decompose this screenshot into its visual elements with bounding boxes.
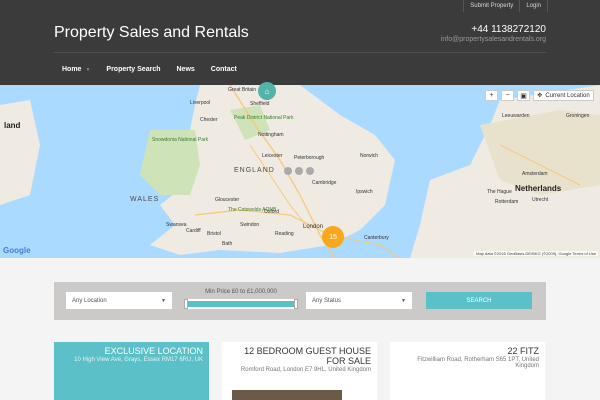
map-label-ipswich: Ipswich xyxy=(356,189,373,195)
property-title[interactable]: EXCLUSIVE LOCATION xyxy=(54,342,209,356)
map-label-the-hague: The Hague xyxy=(487,189,512,195)
nav-item-label: Contact xyxy=(210,66,237,73)
map-label-peterborough: Peterborough xyxy=(294,155,325,161)
map-label-utrecht: Utrecht xyxy=(532,197,549,203)
map-label-england: ENGLAND xyxy=(234,167,275,174)
nav-item-label: News xyxy=(176,66,195,73)
map-label-reading: Reading xyxy=(275,231,294,237)
map-label-land: land xyxy=(4,121,21,130)
current-location-button[interactable]: ✥ Current Location xyxy=(533,90,594,101)
map-marker-dots xyxy=(284,167,314,175)
map-label-chester: Chester xyxy=(200,117,218,123)
price-min-handle[interactable] xyxy=(184,299,188,309)
status-select[interactable]: Any Status ▼ xyxy=(306,292,412,309)
map-label-leeuwarden: Leeuwarden xyxy=(502,113,530,119)
nav-item-contact[interactable]: Contact xyxy=(203,60,245,79)
map-label-london: London xyxy=(303,224,324,230)
map-label-leicester: Leicester xyxy=(262,153,283,159)
map-label-groningen: Groningen xyxy=(566,113,590,119)
map-dot[interactable] xyxy=(284,167,292,175)
property-title[interactable]: 22 FITZ xyxy=(390,342,545,356)
crosshair-icon: ✥ xyxy=(537,93,543,99)
price-range-fill xyxy=(184,301,298,307)
nav-item-property-search[interactable]: Property Search xyxy=(98,60,168,79)
map-label-canterbury: Canterbury xyxy=(364,235,389,241)
login-link[interactable]: Login xyxy=(519,0,548,12)
submit-property-link[interactable]: Submit Property xyxy=(463,0,519,12)
fullscreen-button[interactable]: ▣ xyxy=(517,90,530,101)
map-dot[interactable] xyxy=(306,167,314,175)
map-label-cambridge: Cambridge xyxy=(312,180,337,186)
map-label-netherlands: Netherlands xyxy=(515,184,562,193)
map-dot[interactable] xyxy=(295,167,303,175)
property-photo[interactable] xyxy=(232,390,342,400)
map-label-great-britain: Great Britain xyxy=(228,87,257,93)
map-attribution[interactable]: Map data ©2016 GeoBasis-DE/BKG (©2009), … xyxy=(474,251,598,256)
status-select-value: Any Status xyxy=(312,297,342,304)
site-header: Submit Property Login Property Sales and… xyxy=(0,0,600,85)
property-card[interactable]: 22 FITZ Fitzwilliam Road, Rotherham S65 … xyxy=(390,342,545,400)
top-bar: Submit Property Login xyxy=(463,0,548,12)
map-label-nottingham: Nottingham xyxy=(258,132,284,138)
location-select-value: Any Location xyxy=(72,297,107,304)
map-label-gloucester: Gloucester xyxy=(215,197,240,203)
price-range-label: Min Price £0 to £1,000,000 xyxy=(205,289,277,295)
map-label-liverpool: Liverpool xyxy=(190,100,211,106)
zoom-in-button[interactable]: + xyxy=(485,90,498,101)
chevron-down-icon: ▼ xyxy=(85,66,91,73)
nav-item-label: Property Search xyxy=(106,66,161,73)
nav-item-label: Home xyxy=(62,66,82,73)
price-max-handle[interactable] xyxy=(294,299,298,309)
current-location-label: Current Location xyxy=(545,92,590,99)
map-label-bath: Bath xyxy=(222,241,233,247)
header-divider xyxy=(54,52,546,53)
map-label-peak-district: Peak District National Park xyxy=(234,115,294,121)
map-label-amsterdam: Amsterdam xyxy=(522,171,548,177)
property-address: Romford Road, London E7 9HL, United King… xyxy=(240,367,371,373)
map-label-cardiff: Cardiff xyxy=(186,228,201,234)
property-address: Fitzwilliam Road, Rotherham S65 1PT, Uni… xyxy=(417,357,539,369)
nav-item-home[interactable]: Home ▼ xyxy=(54,60,98,79)
search-button[interactable]: SEARCH xyxy=(426,292,532,309)
property-card[interactable]: EXCLUSIVE LOCATION 10 High View Ave, Gra… xyxy=(54,342,209,400)
home-pin-icon[interactable]: ⌂ xyxy=(258,82,276,100)
map-label-bristol: Bristol xyxy=(207,231,221,237)
fullscreen-icon: ▣ xyxy=(520,92,527,100)
map-label-sheffield: Sheffield xyxy=(250,101,270,107)
contact-email[interactable]: info@propertysalesandrentals.org xyxy=(441,36,546,43)
map-label-swansea: Swansea xyxy=(166,222,187,228)
chevron-down-icon: ▼ xyxy=(161,297,166,304)
zoom-out-button[interactable]: − xyxy=(501,90,514,101)
main-nav: Home ▼ Property Search News Contact xyxy=(54,60,245,79)
site-title[interactable]: Property Sales and Rentals xyxy=(54,24,249,42)
map-label-swindon: Swindon xyxy=(240,222,260,228)
map-label-wales: WALES xyxy=(130,196,160,203)
property-search-bar: Any Location ▼ Min Price £0 to £1,000,00… xyxy=(54,282,546,320)
property-title[interactable]: 12 BEDROOM GUEST HOUSE FOR SALE xyxy=(222,342,377,366)
map-label-norwich: Norwich xyxy=(360,153,379,159)
chevron-down-icon: ▼ xyxy=(401,297,406,304)
google-logo: Google xyxy=(3,246,31,255)
location-select[interactable]: Any Location ▼ xyxy=(66,292,172,309)
property-card[interactable]: 12 BEDROOM GUEST HOUSE FOR SALE Romford … xyxy=(222,342,377,400)
nav-item-news[interactable]: News xyxy=(169,60,203,79)
contact-phone: +44 1138272120 xyxy=(471,24,546,35)
map-label-snowdonia: Snowdonia National Park xyxy=(152,137,209,143)
price-range-slider[interactable] xyxy=(184,299,298,309)
property-address: 10 High View Ave, Grays, Essex RM17 6RU,… xyxy=(74,357,203,363)
marker-cluster[interactable]: 15 xyxy=(322,226,344,248)
map-label-oxford: Oxford xyxy=(264,209,280,215)
map-label-rotterdam: Rotterdam xyxy=(495,199,519,205)
